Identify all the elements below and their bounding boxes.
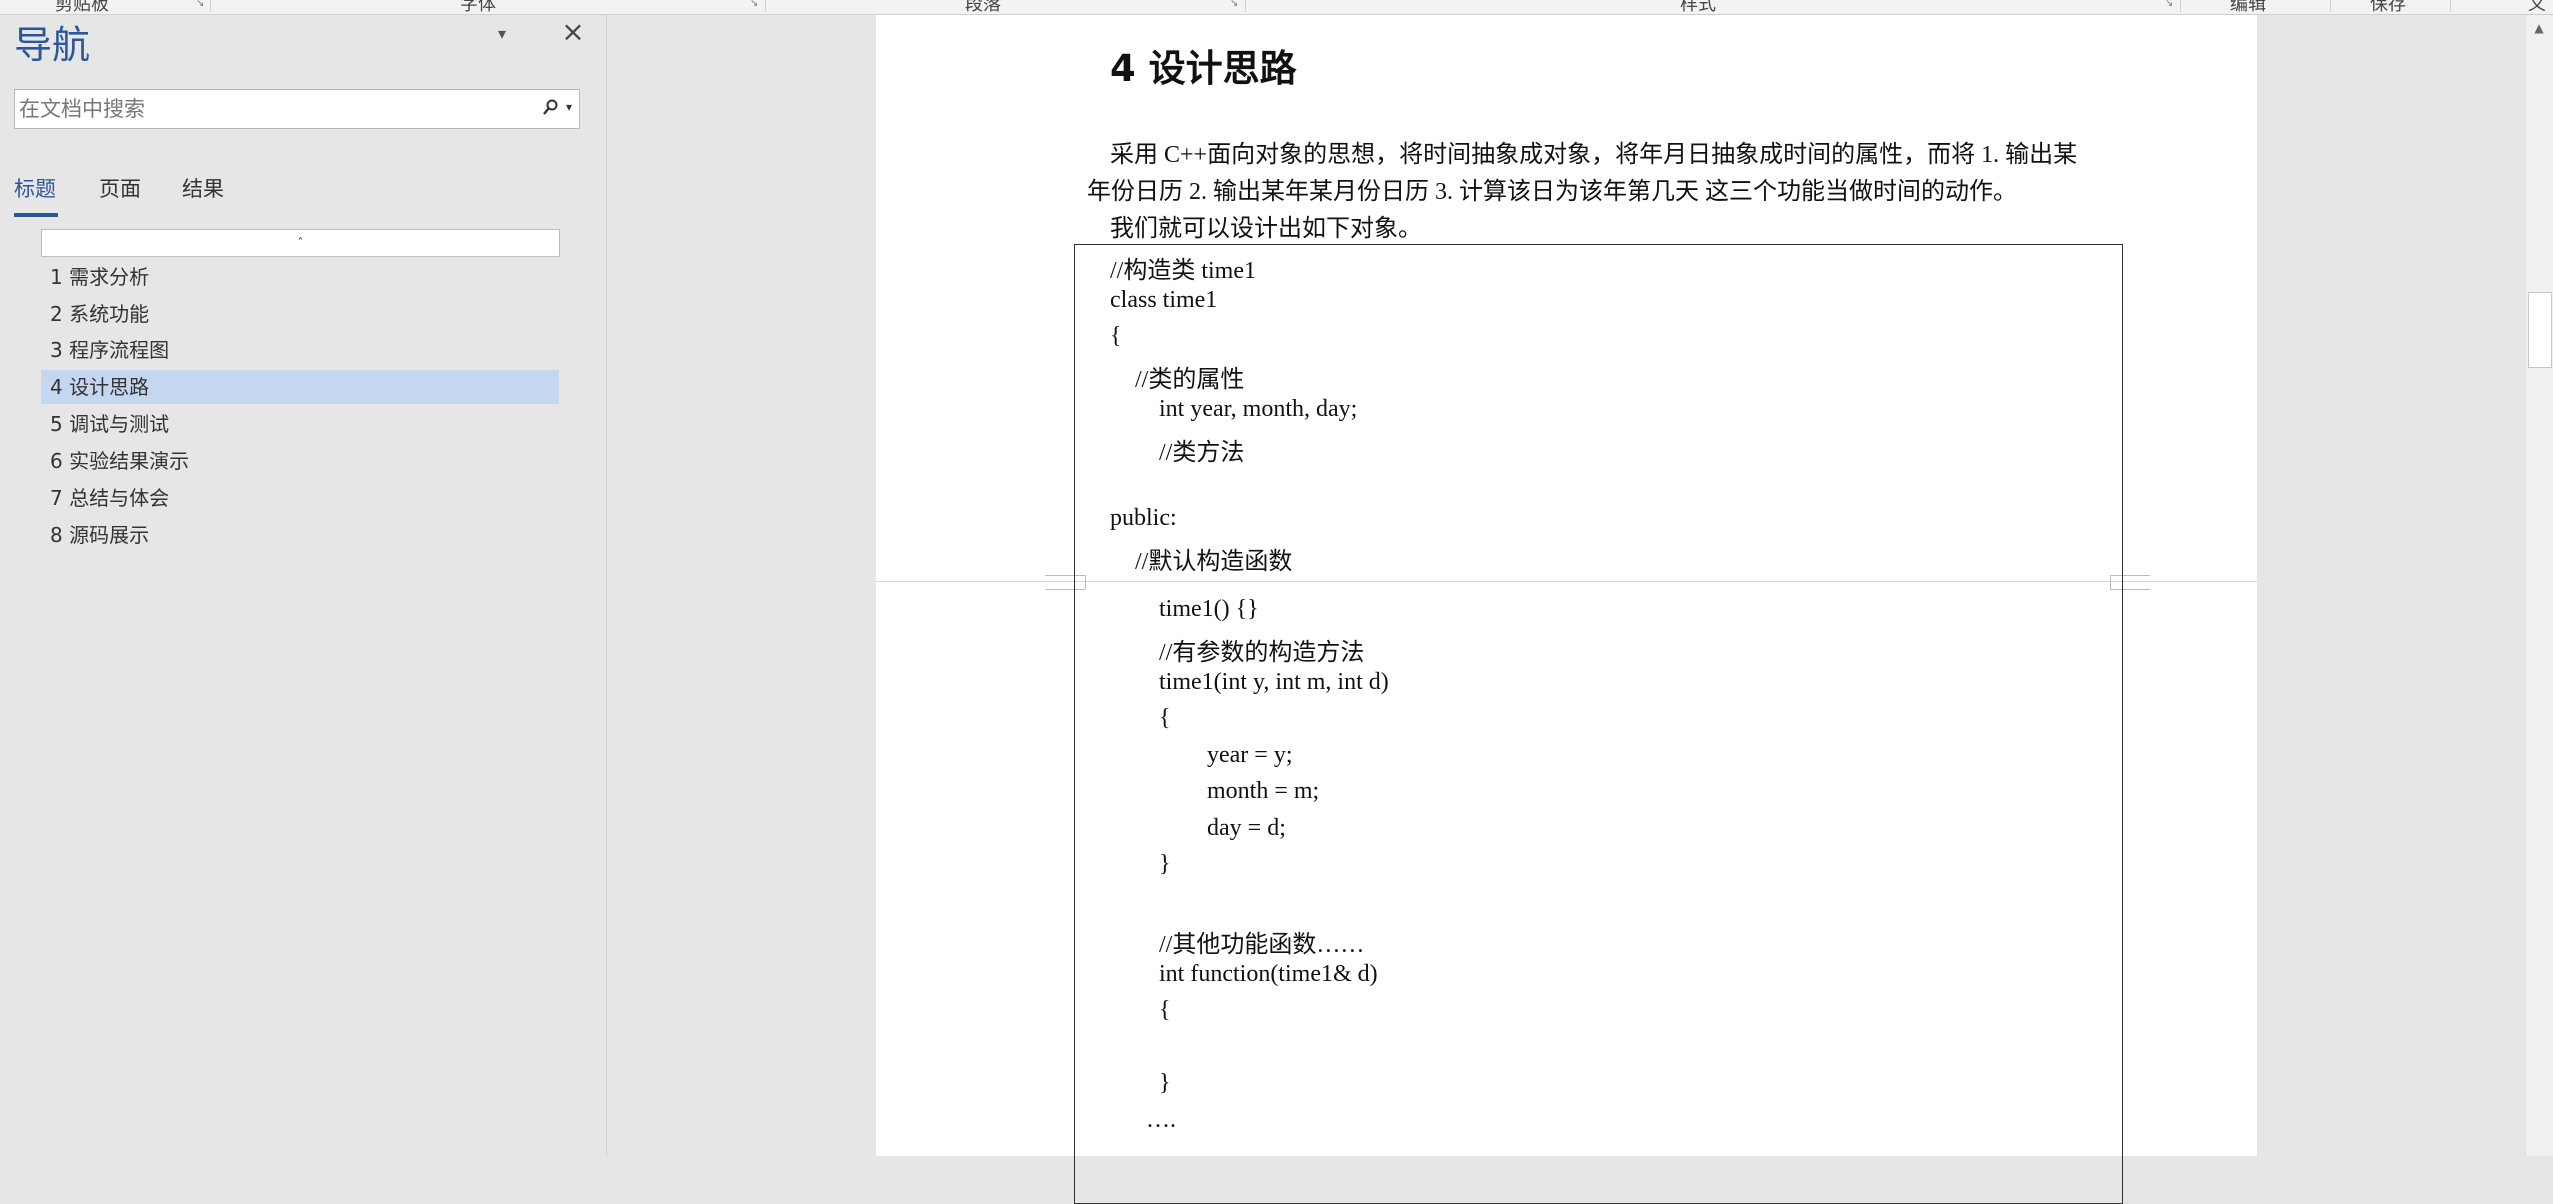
- code-line: //其他功能函数……: [1159, 932, 1365, 958]
- nav-heading-item[interactable]: 2 系统功能: [41, 297, 559, 331]
- code-line: }: [1159, 851, 1171, 877]
- collapse-headings-bar[interactable]: ˆ: [41, 229, 560, 257]
- code-line: }: [1159, 1070, 1171, 1096]
- nav-heading-item[interactable]: 3 程序流程图: [41, 333, 559, 367]
- tab-headings[interactable]: 标题: [14, 173, 56, 203]
- ribbon-group-paragraph[interactable]: 段落: [965, 0, 1001, 14]
- nav-heading-item[interactable]: 7 总结与体会: [41, 481, 559, 515]
- ribbon-strip: 剪贴板 ↘ 字体 ↘ 段落 ↘ 样式 ↘ 编辑 保存 义: [0, 0, 2553, 15]
- nav-heading-item[interactable]: 1 需求分析: [41, 260, 559, 294]
- ribbon-separator: [210, 0, 211, 12]
- search-input[interactable]: [17, 92, 531, 126]
- search-box[interactable]: ▾: [14, 89, 580, 129]
- code-line: public:: [1110, 505, 1177, 531]
- ribbon-group-editing[interactable]: 编辑: [2230, 0, 2266, 14]
- scrollbar-thumb[interactable]: [2528, 292, 2552, 368]
- ribbon-separator: [1245, 0, 1246, 12]
- code-line: //构造类 time1: [1110, 258, 1256, 284]
- nav-heading-item[interactable]: 8 源码展示: [41, 518, 559, 552]
- navigation-pane: [0, 15, 607, 1156]
- dialog-launcher-icon[interactable]: ↘: [2165, 0, 2173, 9]
- code-line: //类的属性: [1135, 367, 1245, 393]
- code-line: int function(time1& d): [1159, 961, 1378, 987]
- code-line: day = d;: [1207, 815, 1286, 841]
- code-line: {: [1159, 997, 1171, 1023]
- code-line: time1() {}: [1159, 596, 1259, 622]
- paragraph-line: 年份日历 2. 输出某年某月份日历 3. 计算该日为该年第几天 这三个功能当做时…: [1087, 179, 2017, 205]
- search-icon[interactable]: [541, 98, 561, 120]
- paragraph-line: 我们就可以设计出如下对象。: [1110, 216, 1422, 242]
- tab-results[interactable]: 结果: [182, 173, 224, 203]
- scroll-up-arrow-icon[interactable]: ▲: [2529, 18, 2549, 38]
- nav-pane-title: 导航: [14, 23, 91, 67]
- nav-heading-item[interactable]: 6 实验结果演示: [41, 444, 559, 478]
- code-line: class time1: [1110, 287, 1218, 313]
- dialog-launcher-icon[interactable]: ↘: [196, 0, 204, 9]
- ribbon-separator: [765, 0, 766, 12]
- nav-heading-item-active[interactable]: 4 设计思路: [41, 370, 559, 404]
- dialog-launcher-icon[interactable]: ↘: [1230, 0, 1238, 9]
- tab-pages[interactable]: 页面: [99, 173, 141, 203]
- close-icon[interactable]: ×: [559, 18, 587, 46]
- ribbon-separator: [2180, 0, 2181, 12]
- code-line: int year, month, day;: [1159, 396, 1358, 422]
- code-line: //默认构造函数: [1135, 549, 1293, 575]
- section-heading: 4 设计思路: [1110, 47, 1297, 90]
- search-options-chevron-icon[interactable]: ▾: [566, 100, 580, 120]
- code-line: year = y;: [1207, 742, 1293, 768]
- ribbon-group-truncated[interactable]: 义: [2528, 0, 2546, 14]
- vertical-scrollbar[interactable]: [2525, 15, 2553, 1156]
- dialog-launcher-icon[interactable]: ↘: [750, 0, 758, 9]
- ribbon-separator: [2450, 0, 2451, 12]
- code-line: {: [1110, 323, 1122, 349]
- ribbon-group-clipboard[interactable]: 剪贴板: [55, 0, 109, 14]
- code-line: //类方法: [1159, 440, 1245, 466]
- paragraph-line: 采用 C++面向对象的思想，将时间抽象成对象，将年月日抽象成时间的属性，而将 1…: [1110, 142, 2078, 168]
- active-tab-indicator: [14, 213, 58, 217]
- ribbon-group-styles[interactable]: 样式: [1680, 0, 1716, 14]
- code-line: //有参数的构造方法: [1159, 640, 1365, 666]
- code-line: time1(int y, int m, int d): [1159, 669, 1389, 695]
- ribbon-group-font[interactable]: 字体: [460, 0, 496, 14]
- code-line: ….: [1146, 1107, 1176, 1133]
- nav-heading-item[interactable]: 5 调试与测试: [41, 407, 559, 441]
- code-line: {: [1159, 705, 1171, 731]
- ribbon-separator: [2330, 0, 2331, 12]
- chevron-down-icon[interactable]: ▾: [490, 22, 514, 46]
- ribbon-group-save[interactable]: 保存: [2370, 0, 2406, 14]
- code-line: month = m;: [1207, 778, 1320, 804]
